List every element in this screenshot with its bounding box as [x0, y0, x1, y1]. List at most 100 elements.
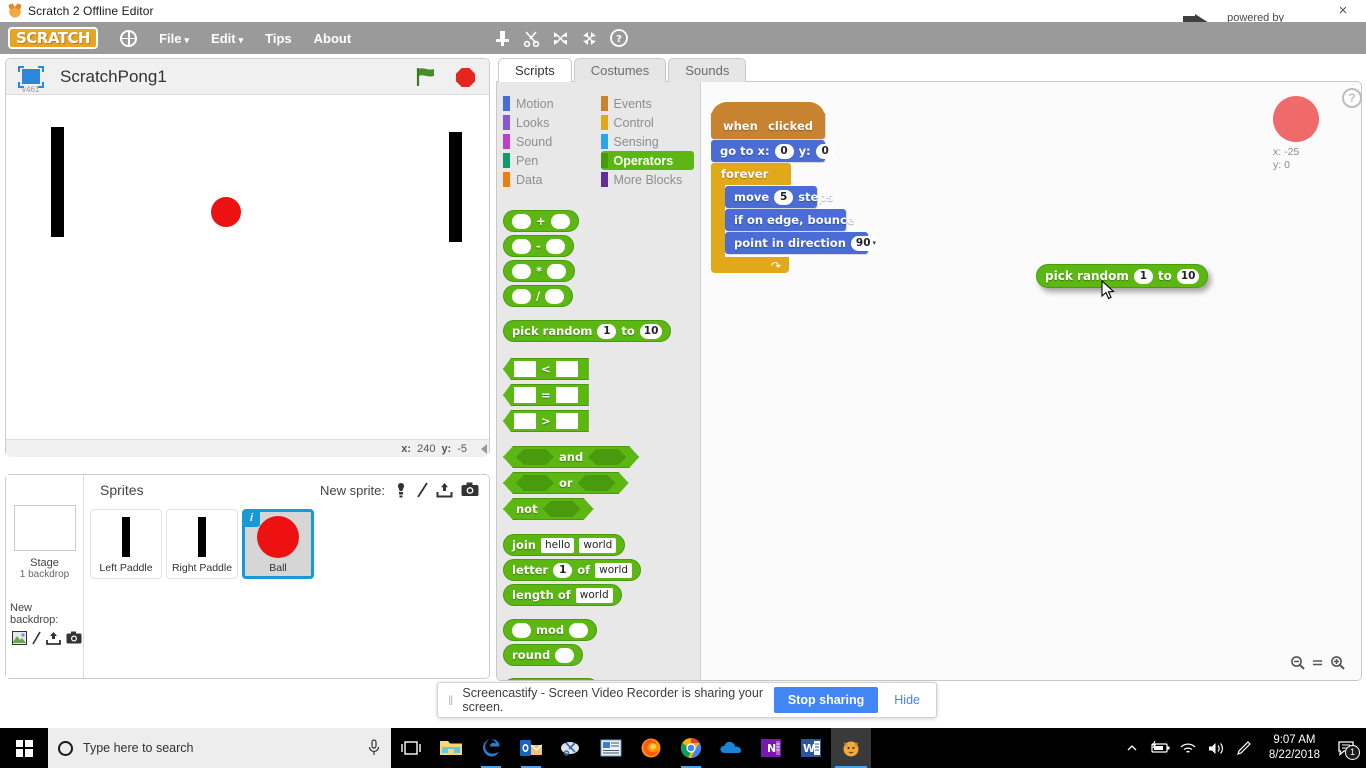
operand-slot[interactable]	[588, 449, 626, 465]
camera-icon[interactable]	[461, 482, 479, 498]
taskbar-app-file-explorer[interactable]	[431, 728, 471, 768]
taskbar-app-onenote[interactable]: N	[751, 728, 791, 768]
menu-tips[interactable]: Tips	[265, 31, 292, 46]
operand-slot[interactable]	[555, 647, 575, 663]
zoom-out-icon[interactable]	[1287, 652, 1307, 672]
globe-icon[interactable]	[120, 29, 138, 47]
operand-slot[interactable]	[578, 475, 616, 491]
operand-slot[interactable]	[512, 263, 531, 279]
operand-slot[interactable]	[545, 238, 565, 254]
category-pen[interactable]: Pen	[503, 151, 597, 170]
operand-slot[interactable]	[514, 361, 536, 377]
sprite-tile-left-paddle[interactable]: Left Paddle	[90, 509, 162, 579]
operand-slot[interactable]	[543, 501, 581, 517]
duplicate-icon[interactable]	[494, 30, 511, 47]
join-input-b[interactable]: world	[579, 537, 617, 553]
palette-block-multiply[interactable]: *	[503, 260, 576, 282]
taskbar-clock[interactable]: 9:07 AM 8/22/2018	[1259, 733, 1330, 763]
taskbar-app-microsoft-edge[interactable]	[471, 728, 511, 768]
palette-block-length-of[interactable]: length of world	[503, 584, 622, 606]
operand-slot[interactable]	[516, 449, 554, 465]
collapse-stage-arrow[interactable]	[481, 444, 487, 454]
palette-block-greater-than[interactable]: >	[503, 410, 589, 432]
taskbar-app-google-chrome[interactable]	[671, 728, 711, 768]
operand-slot[interactable]	[555, 387, 578, 403]
stop-sharing-button[interactable]: Stop sharing	[773, 687, 879, 713]
paint-icon[interactable]	[417, 482, 428, 498]
upload-icon[interactable]	[46, 631, 61, 645]
operand-slot[interactable]	[512, 213, 531, 229]
pen-icon[interactable]	[1231, 728, 1257, 768]
library-icon[interactable]	[393, 482, 409, 498]
paint-icon[interactable]	[32, 631, 41, 645]
operand-slot[interactable]	[550, 213, 570, 229]
palette-block-or[interactable]: or	[503, 472, 629, 494]
help-icon[interactable]: ?	[1342, 88, 1362, 108]
pick-random-to-input[interactable]: 10	[1176, 268, 1200, 284]
category-sensing[interactable]: Sensing	[600, 132, 695, 151]
pick-random-block-body[interactable]: pick random 1 to 10	[1036, 264, 1209, 288]
menu-edit[interactable]: Edit ▾	[211, 31, 243, 46]
sprite-left-paddle[interactable]	[51, 127, 64, 237]
show-hidden-icons[interactable]	[1119, 728, 1145, 768]
stage-thumbnail[interactable]	[13, 505, 76, 551]
drag-handle-icon[interactable]: ‖	[448, 693, 453, 708]
block-point-in-direction[interactable]: point in direction 90 ▾	[725, 232, 880, 254]
palette-block-divide[interactable]: /	[503, 285, 574, 307]
operand-slot[interactable]	[555, 361, 578, 377]
library-icon[interactable]	[12, 631, 27, 645]
letter-index-input[interactable]: 1	[553, 562, 573, 578]
battery-icon[interactable]	[1147, 728, 1173, 768]
stage-selector[interactable]: Stage 1 backdrop New backdrop:	[6, 475, 84, 678]
taskbar-app-scratch[interactable]	[831, 728, 871, 768]
palette-block-join[interactable]: join hello world	[503, 534, 626, 556]
point-direction-dropdown[interactable]: 90 ▾	[850, 235, 880, 251]
pick-random-from-input[interactable]: 1	[1133, 268, 1153, 284]
operand-slot[interactable]	[547, 263, 567, 279]
search-input[interactable]: Type here to search	[48, 728, 391, 768]
join-input-a[interactable]: hello	[540, 537, 575, 553]
microphone-icon[interactable]	[367, 739, 381, 757]
operand-slot[interactable]	[514, 387, 536, 403]
block-help-icon[interactable]: ?	[610, 29, 628, 47]
sprite-ball[interactable]	[211, 197, 241, 227]
pick-random-from-input[interactable]: 1	[597, 323, 617, 339]
block-move-steps[interactable]: move 5 steps	[725, 186, 833, 208]
scratch-logo[interactable]: SCRATCH	[8, 27, 99, 49]
taskbar-app-onedrive[interactable]	[711, 728, 751, 768]
shrink-icon[interactable]	[581, 30, 598, 47]
start-button[interactable]	[0, 728, 48, 768]
upload-icon[interactable]	[436, 482, 453, 498]
operand-slot[interactable]	[512, 238, 531, 254]
category-sound[interactable]: Sound	[503, 132, 597, 151]
taskbar-app-firefox[interactable]	[631, 728, 671, 768]
move-steps-input[interactable]: 5	[774, 189, 794, 205]
palette-block-round[interactable]: round	[503, 644, 584, 666]
palette-block-pick-random[interactable]: pick random 1 to 10	[503, 320, 672, 342]
operand-slot[interactable]	[512, 622, 531, 638]
palette-block-subtract[interactable]: -	[503, 235, 574, 257]
block-go-to-xy[interactable]: go to x: 0 y: 0	[711, 140, 835, 162]
operand-slot[interactable]	[514, 413, 536, 429]
tab-scripts[interactable]: Scripts	[498, 58, 572, 82]
dragged-block-pick-random[interactable]: pick random 1 to 10	[1036, 264, 1209, 288]
notification-center-button[interactable]: 1	[1332, 728, 1362, 768]
operand-slot[interactable]	[569, 622, 589, 638]
menu-file[interactable]: File ▾	[159, 31, 189, 46]
script-canvas[interactable]: x: -25 y: 0 when clicked go to x: 0 y: 0…	[701, 82, 1361, 680]
green-flag-icon[interactable]	[415, 67, 437, 87]
letter-string-input[interactable]: world	[595, 562, 633, 578]
wifi-icon[interactable]	[1175, 728, 1201, 768]
block-if-on-edge-bounce[interactable]: if on edge, bounce	[725, 209, 855, 231]
palette-block-letter-of[interactable]: letter 1 of world	[503, 559, 642, 581]
operand-slot[interactable]	[555, 413, 578, 429]
category-looks[interactable]: Looks	[503, 113, 597, 132]
category-motion[interactable]: Motion	[503, 94, 597, 113]
tab-costumes[interactable]: Costumes	[573, 58, 667, 82]
operand-slot[interactable]	[545, 288, 565, 304]
taskbar-app-publisher[interactable]	[591, 728, 631, 768]
tab-sounds[interactable]: Sounds	[668, 58, 747, 82]
task-view-icon[interactable]	[391, 728, 431, 768]
palette-block-not[interactable]: not	[503, 498, 594, 520]
sprite-right-paddle[interactable]	[449, 132, 462, 242]
